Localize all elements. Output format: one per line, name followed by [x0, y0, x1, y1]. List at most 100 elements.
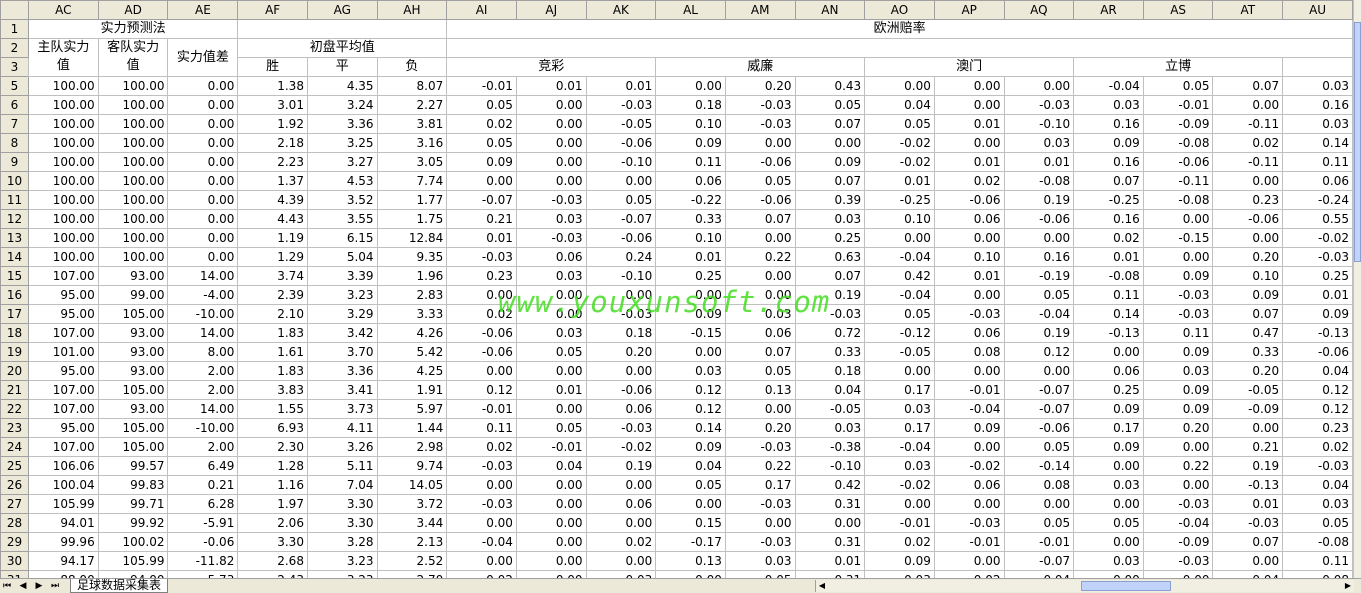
cell[interactable]: 0.55 — [1282, 209, 1353, 229]
cell[interactable]: 9.74 — [376, 456, 448, 476]
cell[interactable]: -0.15 — [655, 323, 726, 343]
cell[interactable]: 100.00 — [27, 152, 99, 172]
cell[interactable]: -0.10 — [585, 152, 657, 172]
cell[interactable]: 0.11 — [446, 418, 517, 438]
column-header[interactable]: AG — [306, 0, 378, 20]
cell[interactable]: 100.00 — [97, 228, 169, 248]
cell[interactable]: 0.00 — [933, 228, 1005, 248]
cell[interactable]: 0.08 — [1003, 475, 1075, 495]
cell[interactable]: 0.09 — [1073, 437, 1144, 457]
cell[interactable]: 0.03 — [1003, 133, 1075, 153]
column-header[interactable]: AR — [1073, 0, 1144, 20]
cell[interactable]: 0.12 — [655, 380, 726, 400]
cell[interactable]: 0.25 — [1282, 266, 1353, 286]
cell[interactable]: 0.06 — [655, 171, 726, 191]
cell[interactable]: 0.07 — [1073, 171, 1144, 191]
cell[interactable]: 99.00 — [97, 285, 169, 305]
cell[interactable]: 0.00 — [794, 513, 866, 533]
cell[interactable]: 0.05 — [794, 95, 866, 115]
cell[interactable]: -0.09 — [1142, 114, 1214, 134]
cell[interactable]: 0.04 — [864, 95, 935, 115]
cell[interactable]: 0.14 — [1073, 304, 1144, 324]
cell[interactable]: 0.04 — [515, 456, 587, 476]
cell[interactable]: 2.27 — [376, 95, 448, 115]
cell[interactable]: 107.00 — [27, 399, 99, 419]
cell[interactable]: -0.07 — [446, 190, 517, 210]
cell[interactable]: 0.00 — [655, 285, 726, 305]
cell[interactable]: 0.01 — [794, 551, 866, 571]
cell[interactable]: -0.22 — [655, 190, 726, 210]
cell[interactable]: 0.03 — [515, 209, 587, 229]
cell[interactable]: -0.19 — [1003, 266, 1075, 286]
cell[interactable]: 94.17 — [27, 551, 99, 571]
cell[interactable]: 0.00 — [585, 513, 657, 533]
cell[interactable]: 0.05 — [515, 342, 587, 362]
column-header[interactable]: AU — [1282, 0, 1353, 20]
cell[interactable]: 2.43 — [237, 570, 308, 578]
cell[interactable]: 100.00 — [27, 190, 99, 210]
cell[interactable]: 100.00 — [97, 95, 169, 115]
cell[interactable]: 0.09 — [864, 551, 935, 571]
cell[interactable]: 3.28 — [306, 532, 378, 552]
row-header[interactable]: 19 — [0, 342, 29, 362]
cell[interactable]: 0.00 — [655, 494, 726, 514]
cell[interactable]: 100.00 — [97, 76, 169, 96]
column-header[interactable]: AL — [655, 0, 726, 20]
cell[interactable]: 0.00 — [167, 190, 239, 210]
cell[interactable]: 14.00 — [167, 266, 239, 286]
cell[interactable]: -0.02 — [446, 570, 517, 578]
cell[interactable]: 0.00 — [167, 133, 239, 153]
cell[interactable]: 0.06 — [724, 323, 796, 343]
cell[interactable]: 6.15 — [306, 228, 378, 248]
cell[interactable]: 0.11 — [655, 152, 726, 172]
cell[interactable]: 0.07 — [724, 209, 796, 229]
cell[interactable]: 0.12 — [1282, 399, 1353, 419]
cell[interactable]: 1.19 — [237, 228, 308, 248]
cell[interactable]: 0.24 — [585, 247, 657, 267]
cell[interactable]: 0.00 — [1073, 494, 1144, 514]
cell[interactable]: 0.05 — [655, 475, 726, 495]
cell[interactable]: 0.10 — [1212, 266, 1284, 286]
cell[interactable]: 0.00 — [515, 551, 587, 571]
cell[interactable]: -0.06 — [933, 190, 1005, 210]
horizontal-scroll-thumb[interactable] — [1081, 581, 1171, 591]
cell[interactable]: 0.00 — [864, 76, 935, 96]
cell[interactable]: 0.14 — [1282, 133, 1353, 153]
row-header[interactable]: 30 — [0, 551, 29, 571]
cell[interactable]: 0.06 — [515, 247, 587, 267]
cell[interactable]: 105.00 — [97, 304, 169, 324]
cell[interactable]: 0.00 — [167, 76, 239, 96]
cell[interactable]: -0.03 — [1142, 304, 1214, 324]
row-header[interactable]: 13 — [0, 228, 29, 248]
cell[interactable]: 0.00 — [1212, 418, 1284, 438]
cell[interactable]: 105.99 — [27, 494, 99, 514]
cell[interactable]: 100.00 — [97, 133, 169, 153]
cell[interactable]: 2.13 — [376, 532, 448, 552]
cell[interactable]: 0.03 — [515, 266, 587, 286]
cell[interactable]: 4.35 — [306, 76, 378, 96]
cell[interactable]: 106.06 — [27, 456, 99, 476]
cell[interactable]: -0.06 — [167, 532, 239, 552]
cell[interactable]: 0.21 — [167, 475, 239, 495]
cell[interactable]: 0.31 — [794, 494, 866, 514]
cell[interactable]: 0.16 — [1282, 95, 1353, 115]
cell[interactable]: 0.00 — [724, 228, 796, 248]
cell[interactable]: 0.18 — [585, 323, 657, 343]
cell[interactable]: 0.09 — [1212, 285, 1284, 305]
cell[interactable]: 0.04 — [655, 456, 726, 476]
cell[interactable]: 0.33 — [1212, 342, 1284, 362]
cell[interactable]: 0.03 — [794, 418, 866, 438]
row-header[interactable]: 29 — [0, 532, 29, 552]
column-header[interactable]: AJ — [515, 0, 587, 20]
aomen-header[interactable]: 澳门 — [864, 57, 1075, 77]
initial-avg-header[interactable]: 初盘平均值 — [237, 38, 448, 58]
cell[interactable]: 0.00 — [585, 171, 657, 191]
cell[interactable]: 0.05 — [1142, 76, 1214, 96]
cell[interactable]: -0.02 — [864, 152, 935, 172]
cell[interactable]: 0.09 — [1142, 266, 1214, 286]
vertical-scroll-thumb[interactable] — [1354, 22, 1361, 262]
cell[interactable]: 100.00 — [27, 247, 99, 267]
cell[interactable]: 0.19 — [1003, 323, 1075, 343]
cell[interactable]: 1.83 — [237, 361, 308, 381]
cell[interactable]: 0.03 — [1073, 551, 1144, 571]
